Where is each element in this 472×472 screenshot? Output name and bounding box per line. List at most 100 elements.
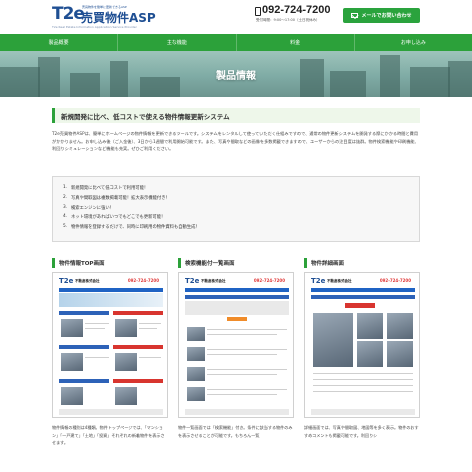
phone-number[interactable]: 092-724-7200 xyxy=(262,4,331,16)
mock-nav xyxy=(311,288,415,292)
mock-heading xyxy=(59,379,109,383)
screen-card-detail: 物件詳細画面 T2e 不動産株式会社 092-724-7200 詳細画面では、写… xyxy=(304,258,420,472)
feature-list: 1. 新規開発に比べて低コストで利用可能！ 2. 写真や間取図は複数掲載可能！拡大表… xyxy=(53,177,419,234)
feature-text: 検索エンジンに強い！ xyxy=(71,205,114,211)
mock-company: 不動産株式会社 xyxy=(327,279,352,283)
feature-item: 2. 写真や間取図は複数掲載可能！拡大表示機能付き！ xyxy=(63,195,419,205)
phone-icon xyxy=(255,7,261,16)
mock-photo xyxy=(61,319,83,337)
screenshot-top-page[interactable]: T2e 不動産株式会社 092-724-7200 xyxy=(52,272,168,418)
mock-heading xyxy=(113,345,163,349)
mock-text-line xyxy=(207,329,287,330)
screen-card-top: 物件情報TOP画面 T2e 不動産株式会社 092-724-7200 物件情報の… xyxy=(52,258,168,472)
mock-photo xyxy=(187,387,205,401)
business-hours: 受付時間：9:00〜17:00（土日祝休み） xyxy=(256,18,320,22)
screen-card-list: 検索機能付一覧画面 T2e 不動産株式会社 092-724-7200 物件一覧画… xyxy=(178,258,294,472)
mock-text-line xyxy=(207,394,277,395)
feature-num: 4. xyxy=(63,214,68,220)
mock-text-line xyxy=(313,391,413,392)
nav-item-apply[interactable]: お申し込み xyxy=(355,34,472,51)
mock-text-line xyxy=(207,389,287,390)
nav-item-overview[interactable]: 製品概要 xyxy=(0,34,119,51)
mock-price xyxy=(345,303,375,308)
mock-text-line xyxy=(313,373,413,374)
mock-photo xyxy=(115,353,137,371)
feature-text: 写真や間取図は複数掲載可能！拡大表示機能付き！ xyxy=(71,195,170,201)
mock-text-line xyxy=(313,385,413,386)
feature-item: 5. 物件情報を登録するだけで、同時に印刷用の物件資料も自動生成！ xyxy=(63,224,419,234)
feature-item: 1. 新規開発に比べて低コストで利用可能！ xyxy=(63,185,419,195)
logo-tagline: 売買物件を簡単に更新できるASP xyxy=(82,5,127,9)
mock-text-line xyxy=(207,369,287,370)
feature-item: 3. 検索エンジンに強い！ xyxy=(63,205,419,215)
hero-banner: 製品情報 xyxy=(0,51,472,97)
global-nav: 製品概要 主な機能 料金 お申し込み xyxy=(0,34,472,51)
feature-num: 2. xyxy=(63,194,68,200)
mock-phone: 092-724-7200 xyxy=(127,278,159,283)
feature-text: 新規開発に比べて低コストで利用可能！ xyxy=(71,186,149,191)
nav-label: 主な機能 xyxy=(166,40,187,46)
mock-photo-main xyxy=(313,313,353,367)
nav-label: お申し込み xyxy=(400,40,426,46)
mock-photo xyxy=(115,319,137,337)
mock-footer xyxy=(185,409,289,415)
mock-photo xyxy=(187,367,205,381)
mock-text-line xyxy=(313,379,413,380)
feature-num: 1. xyxy=(63,185,68,190)
mock-company: 不動産株式会社 xyxy=(201,279,226,283)
mail-contact-button[interactable]: メールでお問い合わせ xyxy=(343,8,420,23)
mock-search-button xyxy=(227,317,247,321)
mock-text-line xyxy=(207,354,277,355)
mock-footer xyxy=(311,409,415,415)
mock-heading xyxy=(311,295,415,299)
mock-text-line xyxy=(85,357,109,358)
mock-photo xyxy=(357,313,383,339)
mock-banner xyxy=(59,293,163,307)
mock-logo: T2e xyxy=(311,277,326,285)
mock-nav xyxy=(185,288,289,292)
mock-text-line xyxy=(139,328,157,329)
mock-photo xyxy=(387,341,413,367)
mock-photo xyxy=(357,341,383,367)
screenshot-list-page[interactable]: T2e 不動産株式会社 092-724-7200 xyxy=(178,272,294,418)
mock-photo xyxy=(61,387,83,405)
mock-header: T2e 不動産株式会社 092-724-7200 xyxy=(59,277,163,288)
nav-label: 料金 xyxy=(290,40,301,46)
mock-phone: 092-724-7200 xyxy=(253,278,285,283)
mock-heading xyxy=(59,345,109,349)
feature-list-box: 1. 新規開発に比べて低コストで利用可能！ 2. 写真や間取図は複数掲載可能！拡大表… xyxy=(52,176,420,242)
mock-text-line xyxy=(85,323,109,324)
mock-photo xyxy=(61,353,83,371)
mock-text-line xyxy=(85,328,105,329)
mock-heading xyxy=(113,379,163,383)
mock-text-line xyxy=(207,349,287,350)
site-logo[interactable]: T2e 売買物件を簡単に更新できるASP 売買物件ASP T2e Real Es… xyxy=(52,5,168,31)
screenshot-detail-page[interactable]: T2e 不動産株式会社 092-724-7200 xyxy=(304,272,420,418)
card-description: 詳細画面では、写真や間取図、地図等を多く表示。物件のおすすめコメントも掲載可能で… xyxy=(304,425,419,438)
nav-label: 製品概要 xyxy=(48,40,69,46)
mock-text-line xyxy=(139,357,161,358)
mock-photo xyxy=(387,313,413,339)
feature-num: 3. xyxy=(63,204,68,210)
mail-icon xyxy=(351,13,359,18)
card-title: 物件情報TOP画面 xyxy=(52,258,168,268)
logo-subtitle: T2e Real Estate Information Application … xyxy=(52,25,137,29)
feature-text: ネット環境があればいつでもどこでも更新可能！ xyxy=(71,215,166,221)
mock-logo: T2e xyxy=(59,277,74,285)
mock-footer xyxy=(59,409,163,415)
mock-header: T2e 不動産株式会社 092-724-7200 xyxy=(185,277,289,288)
card-title: 検索機能付一覧画面 xyxy=(178,258,294,268)
mock-photo xyxy=(115,387,137,405)
feature-num: 5. xyxy=(63,224,68,230)
page-title: 製品情報 xyxy=(216,70,256,82)
nav-item-features[interactable]: 主な機能 xyxy=(118,34,237,51)
mock-text-line xyxy=(139,323,161,324)
mock-company: 不動産株式会社 xyxy=(75,279,100,283)
site-header: T2e 売買物件を簡単に更新できるASP 売買物件ASP T2e Real Es… xyxy=(0,0,472,34)
section-title: 新規開発に比べ、低コストで使える物件情報更新システム xyxy=(52,108,420,123)
card-description: 物件情報の種別は4種類。物件トップページでは、「マンション」「一戸建て」「土地」… xyxy=(52,425,165,445)
nav-item-pricing[interactable]: 料金 xyxy=(237,34,355,51)
mock-photo xyxy=(187,327,205,341)
logo-name: 売買物件ASP xyxy=(81,11,156,25)
feature-item: 4. ネット環境があればいつでもどこでも更新可能！ xyxy=(63,214,419,224)
